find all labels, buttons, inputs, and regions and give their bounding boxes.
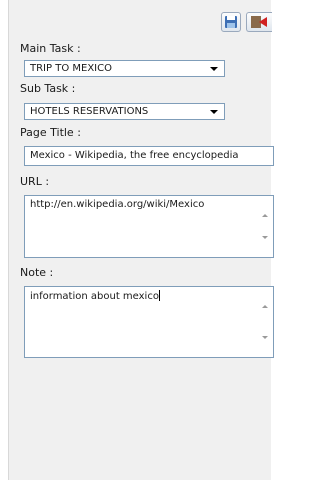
note-scrollbar[interactable] bbox=[257, 287, 273, 357]
main-task-value: TRIP TO MEXICO bbox=[30, 63, 112, 74]
page-title-value: Mexico - Wikipedia, the free encyclopedi… bbox=[30, 150, 239, 161]
scroll-down-icon[interactable] bbox=[262, 236, 268, 239]
url-label: URL : bbox=[20, 175, 50, 188]
page-title-label: Page Title : bbox=[20, 126, 81, 139]
sub-task-value: HOTELS RESERVATIONS bbox=[30, 106, 149, 117]
save-button[interactable] bbox=[221, 12, 241, 32]
chevron-down-icon bbox=[210, 67, 218, 71]
chevron-down-icon bbox=[210, 110, 218, 114]
text-caret bbox=[158, 290, 160, 301]
url-value: http://en.wikipedia.org/wiki/Mexico bbox=[30, 199, 205, 210]
page-title-input[interactable]: Mexico - Wikipedia, the free encyclopedi… bbox=[24, 146, 274, 166]
note-textarea[interactable]: information about mexico bbox=[24, 286, 274, 358]
scroll-up-icon[interactable] bbox=[262, 214, 268, 217]
floppy-disk-icon bbox=[225, 16, 237, 28]
url-scrollbar[interactable] bbox=[257, 196, 273, 257]
note-label: Note : bbox=[20, 266, 54, 279]
sub-task-label: Sub Task : bbox=[20, 82, 76, 95]
exit-icon bbox=[251, 16, 267, 28]
scroll-down-icon[interactable] bbox=[262, 336, 268, 339]
note-value: information about mexico bbox=[30, 291, 159, 302]
sub-task-select[interactable]: HOTELS RESERVATIONS bbox=[24, 103, 225, 120]
url-textarea[interactable]: http://en.wikipedia.org/wiki/Mexico bbox=[24, 195, 274, 258]
close-button[interactable] bbox=[246, 12, 272, 32]
side-panel: Main Task : TRIP TO MEXICO Sub Task : HO… bbox=[8, 0, 274, 480]
main-task-select[interactable]: TRIP TO MEXICO bbox=[24, 60, 225, 77]
main-task-label: Main Task : bbox=[20, 42, 81, 55]
scroll-up-icon[interactable] bbox=[262, 305, 268, 308]
